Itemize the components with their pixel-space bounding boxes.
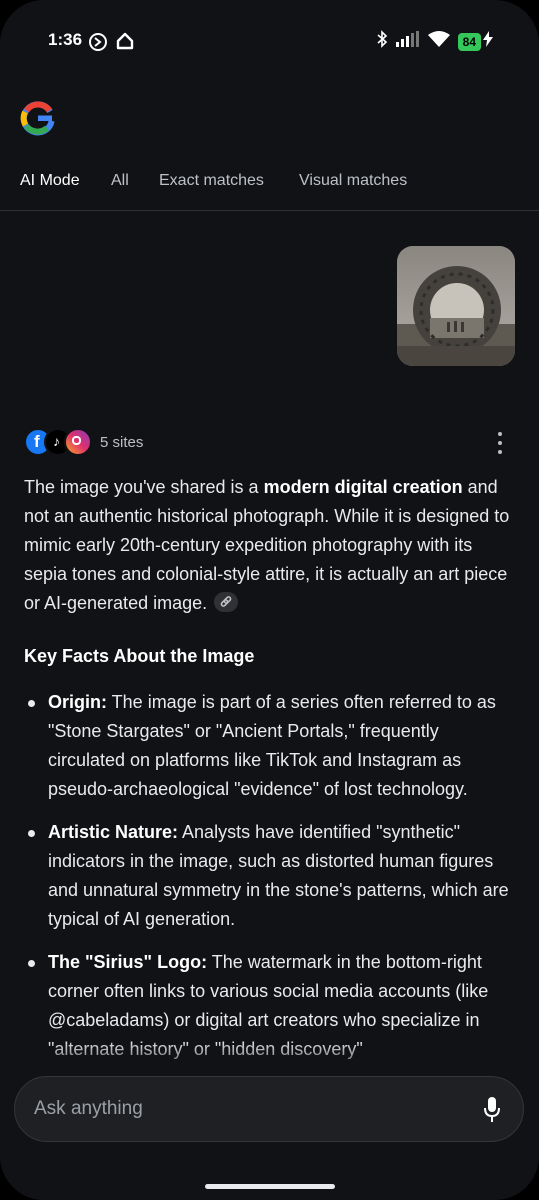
microphone-icon[interactable] [483, 1096, 501, 1129]
tab-visual-matches[interactable]: Visual matches [299, 172, 407, 190]
list-item: Artistic Nature: Analysts have identifie… [24, 818, 520, 934]
sources-count: 5 sites [100, 433, 144, 451]
ask-input[interactable]: Ask anything [14, 1076, 524, 1142]
answer-bold-text: modern digital creation [263, 477, 463, 497]
status-time: 1:36 [48, 30, 83, 49]
ai-answer-intro: The image you've shared is a modern digi… [24, 473, 520, 618]
more-options-button[interactable] [488, 432, 512, 454]
tab-exact-matches[interactable]: Exact matches [159, 172, 264, 190]
screen: 1:36 84 AI Mode All Exact matches Visual… [0, 0, 539, 1200]
answer-text: and not an authentic historical photogra… [24, 477, 510, 613]
battery-icon: 84 [457, 32, 481, 51]
ask-placeholder: Ask anything [34, 1098, 143, 1119]
instagram-icon [64, 428, 92, 456]
bullet-title: Artistic Nature: [48, 822, 179, 842]
sync-icon [88, 32, 108, 57]
wifi-icon [427, 31, 450, 52]
section-heading: Key Facts About the Image [24, 646, 255, 666]
status-bar: 1:36 84 [0, 0, 539, 80]
answer-text: The image you've shared is a [24, 477, 264, 497]
signal-icon [395, 31, 420, 52]
bullet-text: The image is part of a series often refe… [48, 692, 496, 799]
tab-all[interactable]: All [111, 172, 129, 190]
search-tabs: AI Mode All Exact matches Visual matches [0, 170, 539, 211]
source-link-chip[interactable] [214, 592, 239, 613]
bullet-title: Origin: [48, 692, 107, 712]
key-facts-list: Origin: The image is part of a series of… [24, 688, 520, 1078]
query-image-thumbnail[interactable] [397, 246, 515, 366]
list-item: Origin: The image is part of a series of… [24, 688, 520, 804]
bullet-title: The "Sirius" Logo: [48, 952, 208, 972]
sources-row[interactable]: f ♪ 5 sites [24, 428, 143, 456]
google-logo[interactable] [20, 100, 56, 141]
scroll-fade [0, 1040, 539, 1080]
tab-ai-mode[interactable]: AI Mode [20, 172, 80, 190]
charging-icon [483, 31, 493, 52]
home-icon [116, 32, 134, 55]
bluetooth-icon [376, 30, 388, 53]
home-indicator[interactable] [205, 1184, 335, 1189]
